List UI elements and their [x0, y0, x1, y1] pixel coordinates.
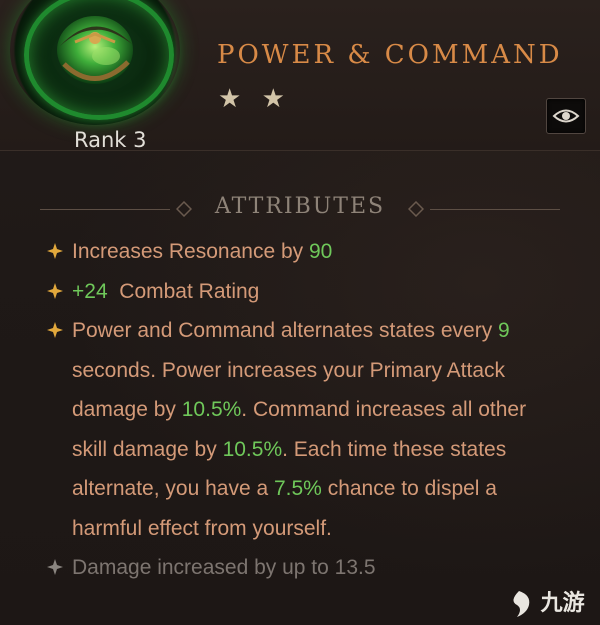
- watermark-icon: [513, 591, 530, 617]
- attribute-value: 7.5%: [273, 477, 322, 500]
- emerald-helm-gem-icon: [57, 16, 133, 84]
- attribute-value: 90: [308, 240, 333, 263]
- watermark-text: 九游: [540, 591, 585, 616]
- attribute-value: 9: [498, 319, 510, 342]
- attribute-text: Power and Command alternates states ever…: [72, 319, 499, 342]
- attribute-value: 10.5%: [181, 398, 242, 421]
- attribute-resonance: Increases Resonance by 90: [46, 232, 566, 272]
- item-tooltip-card: Rank 3 POWER & COMMAND ★ ★ ATTRIBUTES In…: [0, 0, 600, 625]
- divider-right: [430, 209, 560, 210]
- divider-ornament-right-icon: [408, 201, 424, 217]
- attribute-power-command: Power and Command alternates states ever…: [46, 311, 566, 548]
- attribute-text: Damage increased by up to 13.5: [72, 556, 376, 579]
- section-title: ATTRIBUTES: [214, 194, 386, 219]
- item-title: POWER & COMMAND: [217, 40, 563, 70]
- attribute-list: Increases Resonance by 90 +24 Combat Rat…: [46, 232, 566, 588]
- item-rank: Rank 3: [74, 128, 147, 152]
- diamond-bullet-icon: [47, 243, 63, 259]
- diamond-bullet-icon: [47, 322, 63, 338]
- diamond-bullet-icon: [47, 282, 63, 299]
- attribute-text: Increases Resonance by: [72, 240, 309, 263]
- attributes-section-header: ATTRIBUTES: [0, 190, 600, 230]
- item-icon-frame: Rank 3: [10, 0, 188, 152]
- eye-icon: [552, 109, 580, 123]
- attribute-damage-increase: Damage increased by up to 13.5: [46, 548, 566, 588]
- item-stars: ★ ★: [218, 84, 291, 114]
- attribute-text: Combat Rating: [107, 279, 260, 303]
- diamond-bullet-dim-icon: [47, 559, 63, 575]
- attribute-value: 10.5%: [222, 437, 283, 461]
- tooltip-header: Rank 3 POWER & COMMAND ★ ★: [0, 0, 600, 152]
- inspect-button[interactable]: [546, 98, 586, 134]
- watermark-logo: 九游: [505, 585, 595, 621]
- attribute-value: +24: [72, 279, 108, 303]
- attribute-combat-rating: +24 Combat Rating: [46, 272, 566, 312]
